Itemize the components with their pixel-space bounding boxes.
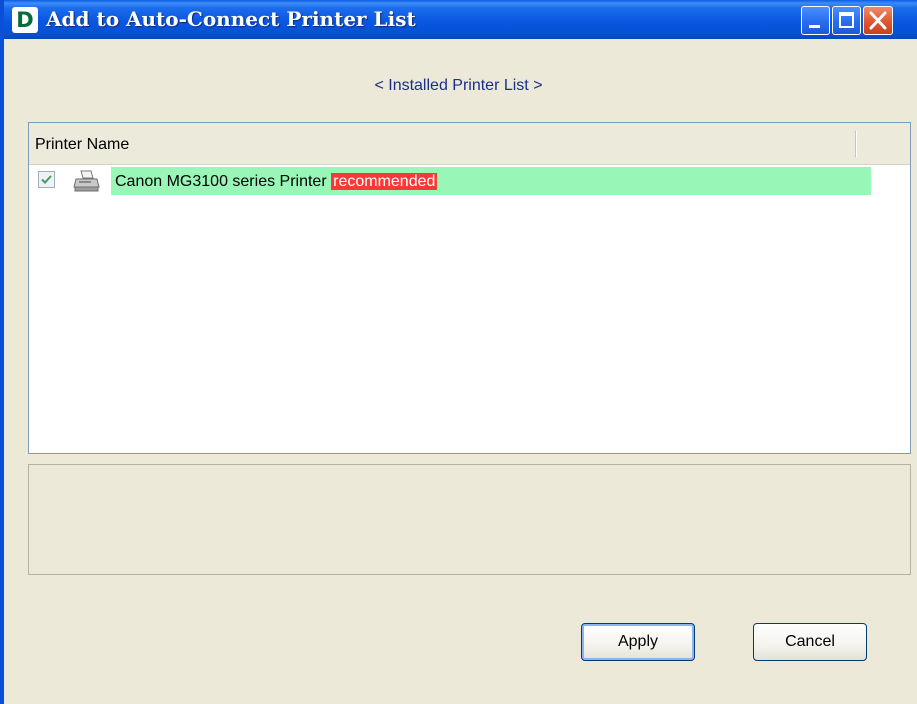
recommended-badge: recommended bbox=[331, 173, 438, 190]
printer-name: Canon MG3100 series Printer recommended bbox=[115, 167, 438, 195]
list-header: Printer Name bbox=[29, 123, 910, 165]
printer-icon bbox=[73, 170, 100, 192]
list-item[interactable]: Canon MG3100 series Printer recommended bbox=[29, 167, 910, 197]
info-panel bbox=[28, 464, 911, 575]
app-logo-icon: D bbox=[12, 7, 38, 33]
printer-list[interactable]: Printer Name Canon MG3100 series Printer… bbox=[28, 122, 911, 454]
column-divider-highlight bbox=[856, 131, 857, 157]
maximize-button[interactable] bbox=[832, 6, 861, 35]
printer-name-text: Canon MG3100 series Printer bbox=[115, 173, 327, 190]
title-bar[interactable]: D Add to Auto-Connect Printer List bbox=[4, 0, 917, 39]
close-button[interactable] bbox=[863, 6, 893, 35]
list-caption: < Installed Printer List > bbox=[374, 77, 543, 94]
close-icon bbox=[869, 11, 887, 30]
printer-checkbox[interactable] bbox=[38, 171, 55, 188]
cancel-button[interactable]: Cancel bbox=[753, 623, 867, 661]
column-header-printer-name[interactable]: Printer Name bbox=[35, 123, 129, 165]
minimize-icon bbox=[809, 25, 820, 28]
maximize-icon bbox=[839, 12, 854, 28]
window-title: Add to Auto-Connect Printer List bbox=[46, 7, 416, 31]
minimize-button[interactable] bbox=[801, 6, 830, 35]
checkmark-icon bbox=[41, 175, 52, 184]
apply-button[interactable]: Apply bbox=[581, 623, 695, 661]
